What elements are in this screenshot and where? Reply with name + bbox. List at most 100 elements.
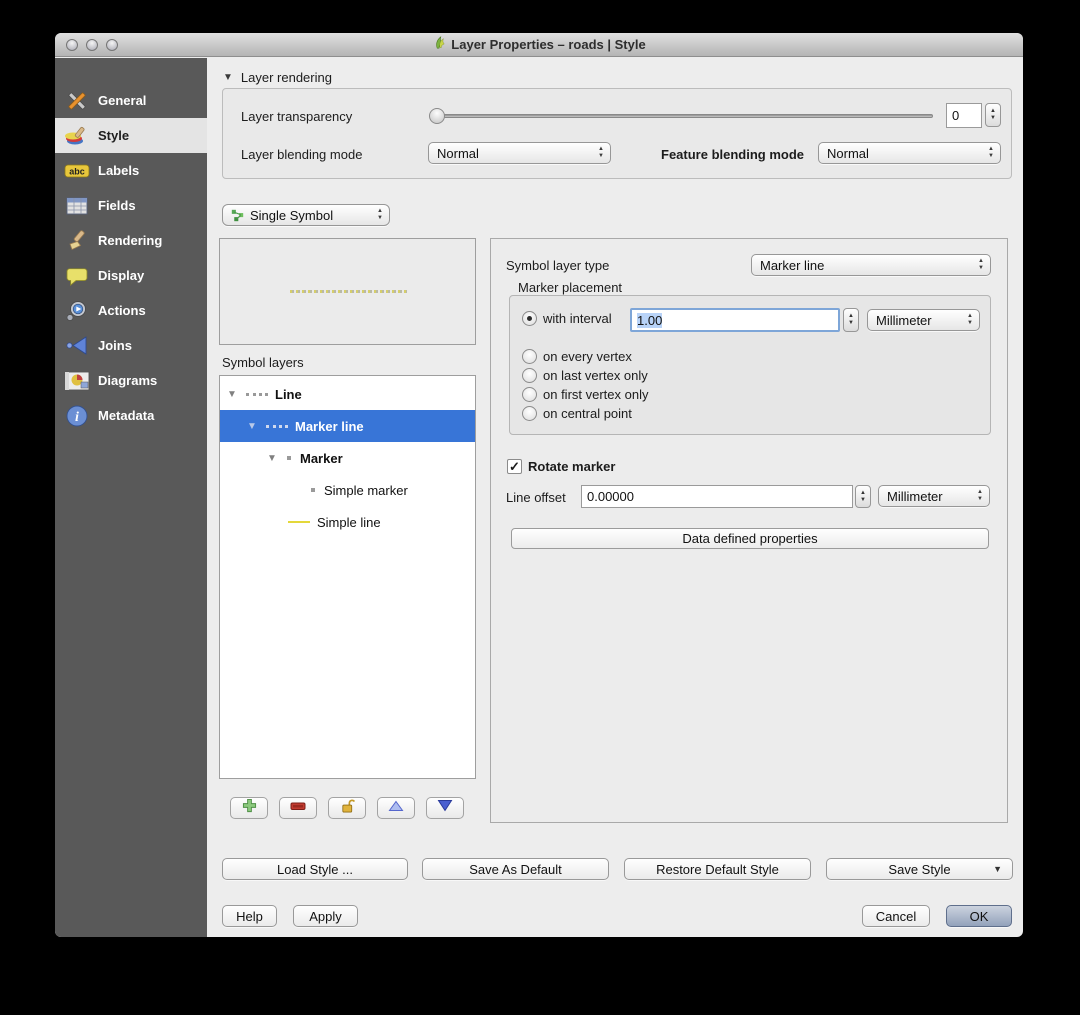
marker-dot-icon xyxy=(287,456,291,460)
sidebar-item-label: Style xyxy=(98,128,130,143)
brush-icon xyxy=(64,229,90,253)
plus-icon xyxy=(242,798,257,818)
line-offset-label: Line offset xyxy=(506,490,566,505)
svg-text:i: i xyxy=(75,410,79,425)
radio-icon xyxy=(522,349,537,364)
sidebar-item-joins[interactable]: Joins xyxy=(55,328,207,363)
rotate-marker-checkbox[interactable]: ✓ Rotate marker xyxy=(507,459,615,474)
radio-on-central-point[interactable]: on central point xyxy=(522,406,632,421)
move-layer-up-button[interactable] xyxy=(377,797,415,819)
renderer-select[interactable]: Single Symbol ▲ ▼ xyxy=(222,204,390,226)
symbol-preview xyxy=(219,238,476,345)
move-layer-down-button[interactable] xyxy=(426,797,464,819)
sidebar-item-label: Rendering xyxy=(98,233,163,248)
load-style-button[interactable]: Load Style ... xyxy=(222,858,408,880)
stepper-up-icon: ▲ xyxy=(990,108,996,114)
radio-icon xyxy=(522,368,537,383)
lock-icon xyxy=(340,798,355,819)
down-triangle-icon xyxy=(437,799,453,817)
expander-triangle-icon[interactable]: ▼ xyxy=(226,389,238,400)
layer-rendering-title: Layer rendering xyxy=(240,70,332,85)
combo-arrows-icon: ▲ ▼ xyxy=(598,146,604,159)
radio-icon xyxy=(522,406,537,421)
stepper-down-icon: ▼ xyxy=(990,115,996,121)
expander-triangle-icon[interactable]: ▼ xyxy=(266,453,278,464)
sidebar-item-label: Joins xyxy=(98,338,132,353)
single-symbol-icon xyxy=(231,209,244,222)
line-offset-unit-select[interactable]: Millimeter ▲ ▼ xyxy=(878,485,990,507)
transparency-value-field[interactable]: 0 xyxy=(946,103,982,128)
feature-blending-label: Feature blending mode xyxy=(661,147,805,162)
tree-item-simple-line[interactable]: Simple line xyxy=(220,506,475,538)
radio-on-first-vertex[interactable]: on first vertex only xyxy=(522,387,649,402)
symbol-layers-tree: ▼ Line ▼ Marker line ▼ Marker Simple mar… xyxy=(219,375,476,779)
radio-on-every-vertex[interactable]: on every vertex xyxy=(522,349,632,364)
tree-item-marker-line[interactable]: ▼ Marker line xyxy=(220,410,475,442)
marker-line-icon xyxy=(246,392,268,396)
layer-rendering-header[interactable]: ▼ Layer rendering xyxy=(223,70,332,85)
sidebar-item-labels[interactable]: abc Labels xyxy=(55,153,207,188)
info-icon: i xyxy=(64,404,90,428)
sidebar-item-label: Labels xyxy=(98,163,140,178)
marker-placement-group: with interval 1.00 ▲ ▼ Millimeter ▲ ▼ on e… xyxy=(509,295,991,435)
layer-rendering-panel: Layer transparency 0 ▲ ▼ Layer blending m… xyxy=(222,88,1012,179)
save-style-button[interactable]: Save Style ▼ xyxy=(826,858,1013,880)
stepper-down-icon: ▼ xyxy=(848,320,854,326)
combo-arrows-icon: ▲ ▼ xyxy=(977,489,983,502)
sidebar-item-fields[interactable]: Fields xyxy=(55,188,207,223)
tree-item-marker[interactable]: ▼ Marker xyxy=(220,442,475,474)
feature-blending-select[interactable]: Normal ▲ ▼ xyxy=(818,142,1001,164)
combo-arrows-icon: ▲ ▼ xyxy=(978,258,984,271)
layer-properties-dialog: Layer Properties – roads | Style General… xyxy=(55,33,1023,937)
line-offset-input[interactable]: 0.00000 xyxy=(581,485,853,508)
minimize-window-button[interactable] xyxy=(86,39,98,51)
line-offset-stepper[interactable]: ▲ ▼ xyxy=(855,485,871,508)
disclosure-triangle-icon[interactable]: ▼ xyxy=(223,72,233,83)
apply-button[interactable]: Apply xyxy=(293,905,358,927)
sidebar-item-label: Display xyxy=(98,268,145,283)
hammer-wrench-icon xyxy=(64,89,90,113)
sidebar-item-metadata[interactable]: i Metadata xyxy=(55,398,207,433)
interval-input[interactable]: 1.00 xyxy=(630,308,840,332)
transparency-slider-thumb[interactable] xyxy=(429,108,445,124)
remove-symbol-layer-button[interactable] xyxy=(279,797,317,819)
add-symbol-layer-button[interactable] xyxy=(230,797,268,819)
sidebar-item-actions[interactable]: Actions xyxy=(55,293,207,328)
sidebar-item-label: Fields xyxy=(98,198,136,213)
combo-arrows-icon: ▲ ▼ xyxy=(377,208,383,221)
sidebar-item-rendering[interactable]: Rendering xyxy=(55,223,207,258)
tree-item-line[interactable]: ▼ Line xyxy=(220,378,475,410)
save-as-default-button[interactable]: Save As Default xyxy=(422,858,609,880)
help-button[interactable]: Help xyxy=(222,905,277,927)
data-defined-properties-button[interactable]: Data defined properties xyxy=(511,528,989,549)
cancel-button[interactable]: Cancel xyxy=(862,905,930,927)
layer-transparency-label: Layer transparency xyxy=(241,109,353,124)
symbol-layer-type-select[interactable]: Marker line ▲ ▼ xyxy=(751,254,991,276)
ok-button[interactable]: OK xyxy=(946,905,1012,927)
radio-with-interval[interactable]: with interval xyxy=(522,311,612,326)
transparency-slider-track[interactable] xyxy=(433,114,933,118)
close-window-button[interactable] xyxy=(66,39,78,51)
sidebar-item-label: Actions xyxy=(98,303,146,318)
title-bar[interactable]: Layer Properties – roads | Style xyxy=(55,33,1023,57)
gear-icon xyxy=(64,299,90,323)
tree-item-simple-marker[interactable]: Simple marker xyxy=(220,474,475,506)
expander-triangle-icon[interactable]: ▼ xyxy=(246,421,258,432)
layer-blending-select[interactable]: Normal ▲ ▼ xyxy=(428,142,611,164)
join-arrow-icon xyxy=(64,334,90,358)
interval-stepper[interactable]: ▲ ▼ xyxy=(843,308,859,332)
sidebar-item-style[interactable]: Style xyxy=(55,118,207,153)
zoom-window-button[interactable] xyxy=(106,39,118,51)
sidebar-item-label: Metadata xyxy=(98,408,155,423)
svg-text:abc: abc xyxy=(69,166,85,176)
sidebar-item-diagrams[interactable]: Diagrams xyxy=(55,363,207,398)
radio-on-last-vertex[interactable]: on last vertex only xyxy=(522,368,648,383)
interval-unit-select[interactable]: Millimeter ▲ ▼ xyxy=(867,309,980,331)
sidebar-item-display[interactable]: Display xyxy=(55,258,207,293)
dropdown-arrow-icon: ▼ xyxy=(993,864,1002,874)
combo-arrows-icon: ▲ ▼ xyxy=(967,313,973,326)
transparency-stepper[interactable]: ▲ ▼ xyxy=(985,103,1001,127)
restore-default-style-button[interactable]: Restore Default Style xyxy=(624,858,811,880)
lock-symbol-layer-button[interactable] xyxy=(328,797,366,819)
sidebar-item-general[interactable]: General xyxy=(55,83,207,118)
